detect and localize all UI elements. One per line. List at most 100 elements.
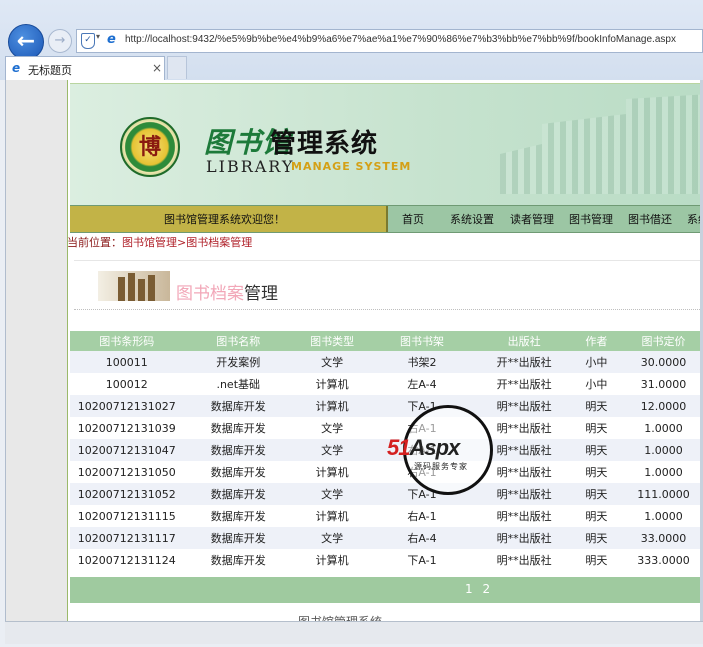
page-content: 博 图书馆 管理系统 LIBRARY MANAGE SYSTEM 图书馆管理系统… [67, 80, 703, 621]
cell-shelf: 右A-4 [371, 527, 473, 549]
address-bar[interactable]: ✓ ▾ e http://localhost:9432/%e5%9b%be%e4… [76, 29, 703, 53]
cell-author: 明天 [585, 466, 608, 479]
cell-barcode: 10200712131052 [70, 483, 184, 505]
tab-title: 无标题页 [28, 64, 72, 77]
cell-price: 1.0000 [644, 509, 683, 523]
ie-icon: e [12, 61, 21, 75]
cell-barcode: 10200712131124 [77, 553, 176, 567]
cell-type: 计算机 [315, 378, 349, 391]
cell-author: 明天 [585, 510, 608, 523]
chevron-down-icon[interactable]: ▾ [96, 32, 100, 41]
cell-name: 数据库开发 [183, 483, 293, 505]
cell-name: .net基础 [216, 378, 261, 391]
back-arrow-icon: ← [16, 29, 36, 54]
cell-name: 开发案例 [183, 351, 293, 373]
cell-publisher: 明**出版社 [496, 554, 552, 567]
cell-author: 小中 [585, 378, 608, 391]
col-shelf[interactable]: 图书书架 [371, 331, 473, 351]
cell-barcode: 10200712131039 [77, 421, 176, 435]
cell-barcode: 100011 [70, 351, 184, 373]
breadcrumb-path[interactable]: 图书馆管理>图书档案管理 [122, 236, 252, 249]
cell-author: 小中 [575, 351, 618, 373]
close-icon[interactable]: × [152, 61, 162, 75]
col-name[interactable]: 图书名称 [183, 331, 293, 351]
cell-type: 文学 [321, 422, 344, 435]
breadcrumb: 当前位置：图书馆管理>图书档案管理 [67, 236, 253, 249]
cell-barcode: 10200712131050 [77, 465, 176, 479]
cell-author: 明天 [585, 554, 608, 567]
table-row: 10200712131124 数据库开发 计算机 下A-1 明**出版社 明天 333.00… [70, 549, 703, 571]
new-tab-button[interactable] [167, 56, 187, 79]
nav-system-settings[interactable]: 系统设置 [450, 211, 494, 227]
table-row: 100011 开发案例 文学 书架2 开**出版社 小中 30.0000 [70, 351, 703, 373]
nav-reader-management[interactable]: 读者管理 [510, 211, 554, 227]
cell-type: 文学 [292, 527, 372, 549]
cell-name: 数据库开发 [210, 554, 266, 567]
nav-home[interactable]: 首页 [402, 211, 424, 227]
cell-author: 明天 [585, 422, 608, 435]
forward-arrow-icon: → [54, 33, 66, 48]
cell-publisher: 开**出版社 [472, 351, 576, 373]
col-author[interactable]: 作者 [575, 331, 618, 351]
logo-english-sub: MANAGE SYSTEM [291, 160, 412, 173]
cell-barcode: 10200712131027 [70, 395, 184, 417]
cell-price: 111.0000 [617, 483, 703, 505]
cell-type: 文学 [292, 483, 372, 505]
cell-barcode: 10200712131115 [77, 509, 176, 523]
cell-shelf: 书架2 [371, 351, 473, 373]
cell-name: 数据库开发 [183, 439, 293, 461]
browser-tab[interactable]: e 无标题页 × [5, 56, 165, 80]
shield-icon[interactable]: ✓ [81, 33, 95, 49]
cell-price: 1.0000 [644, 465, 683, 479]
nav-book-lending[interactable]: 图书借还 [628, 211, 672, 227]
logo-english: LIBRARY [206, 157, 295, 176]
library-seal-logo: 博 [120, 117, 180, 177]
page-title-bar: 图书档案管理 [74, 260, 703, 310]
col-price[interactable]: 图书定价 [617, 331, 703, 351]
cell-name: 数据库开发 [183, 395, 293, 417]
col-type[interactable]: 图书类型 [292, 331, 372, 351]
cell-type: 文学 [292, 351, 372, 373]
col-barcode[interactable]: 图书条形码 [70, 331, 184, 351]
cell-type: 文学 [292, 439, 372, 461]
url-text[interactable]: http://localhost:9432/%e5%9b%be%e4%b9%a6… [125, 34, 676, 45]
table-row: 10200712131115 数据库开发 计算机 右A-1 明**出版社 明天 1.0000 [70, 505, 703, 527]
table-row: 100012 .net基础 计算机 左A-4 开**出版社 小中 31.0000 [70, 373, 703, 395]
cell-publisher: 明**出版社 [472, 527, 576, 549]
cell-price: 12.0000 [617, 395, 703, 417]
watermark-logo: 51Aspx 源码服务专家 [387, 405, 497, 495]
page-viewport: 博 图书馆 管理系统 LIBRARY MANAGE SYSTEM 图书馆管理系统… [5, 80, 703, 621]
cell-shelf: 左A-4 [407, 378, 437, 391]
cell-shelf: 右A-1 [407, 510, 437, 523]
cell-barcode: 10200712131047 [70, 439, 184, 461]
logo-title: 管理系统 [270, 129, 379, 159]
pager: 1 2 [70, 577, 703, 603]
nav-book-management[interactable]: 图书管理 [569, 211, 613, 227]
cell-author: 明天 [575, 439, 618, 461]
welcome-banner: 图书馆管理系统欢迎您！ [70, 206, 388, 232]
cell-type: 计算机 [315, 466, 349, 479]
back-button[interactable]: ← [8, 24, 44, 60]
header-banner: 博 图书馆 管理系统 LIBRARY MANAGE SYSTEM [70, 83, 703, 206]
cell-price: 1.0000 [644, 421, 683, 435]
col-publisher[interactable]: 出版社 [472, 331, 576, 351]
main-nav: 图书馆管理系统欢迎您！ 首页 系统设置 读者管理 图书管理 图书借还 系统 [70, 205, 703, 233]
browser-chrome: ← → ✓ ▾ e http://localhost:9432/%e5%9b%b… [0, 0, 703, 80]
cell-shelf: 下A-1 [407, 554, 437, 567]
cell-price: 33.0000 [617, 527, 703, 549]
table-row: 10200712131117 数据库开发 文学 右A-4 明**出版社 明天 33.0000 [70, 527, 703, 549]
cell-type: 计算机 [315, 510, 349, 523]
cell-name: 数据库开发 [210, 466, 266, 479]
cell-author: 明天 [575, 527, 618, 549]
cell-type: 计算机 [292, 395, 372, 417]
page-links[interactable]: 1 2 [465, 582, 493, 596]
forward-button[interactable]: → [48, 29, 72, 53]
cell-publisher: 开**出版社 [496, 378, 552, 391]
cell-name: 数据库开发 [210, 422, 266, 435]
cell-publisher: 明**出版社 [496, 510, 552, 523]
cell-name: 数据库开发 [210, 510, 266, 523]
cell-author: 明天 [575, 395, 618, 417]
page-title: 图书档案管理 [176, 284, 278, 304]
cell-price: 31.0000 [640, 377, 687, 391]
library-building-image [500, 94, 703, 194]
